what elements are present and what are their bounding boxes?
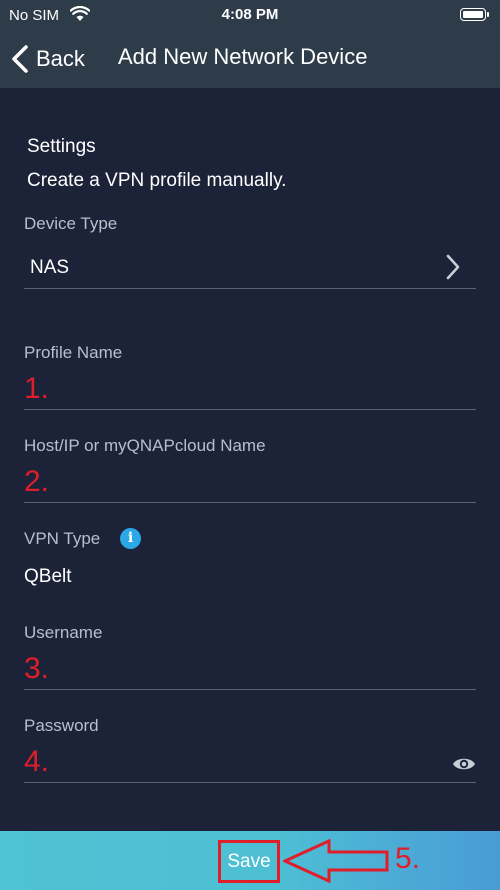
nav-bar: Back Add New Network Device: [0, 30, 500, 88]
status-time: 4:08 PM: [221, 6, 279, 23]
back-label: Back: [36, 46, 85, 71]
host-input[interactable]: [24, 502, 476, 503]
battery-icon: [460, 8, 489, 21]
device-type-divider: [24, 288, 476, 289]
annotation-1: 1.: [24, 372, 50, 405]
save-label: Save: [227, 850, 271, 872]
device-type-label: Device Type: [24, 214, 118, 233]
annotation-arrow: [283, 838, 389, 884]
annotation-2: 2.: [24, 465, 50, 498]
password-input[interactable]: [24, 782, 476, 783]
annotation-5: 5.: [395, 842, 421, 875]
chevron-right-icon[interactable]: [444, 253, 462, 281]
password-label: Password: [24, 716, 99, 735]
status-bar: No SIM 4:08 PM: [0, 0, 500, 30]
device-type-value[interactable]: NAS: [30, 257, 69, 279]
page-title: Add New Network Device: [118, 44, 368, 69]
section-subtitle: Create a VPN profile manually.: [27, 170, 287, 191]
save-button[interactable]: Save: [218, 840, 280, 883]
profile-name-input[interactable]: [24, 409, 476, 410]
vpn-type-value: QBelt: [24, 566, 72, 587]
annotation-4: 4.: [24, 745, 50, 778]
eye-icon[interactable]: [452, 755, 476, 773]
vpn-type-label: VPN Type: [24, 529, 101, 548]
chevron-left-icon: [12, 45, 28, 73]
username-input[interactable]: [24, 689, 476, 690]
host-label: Host/IP or myQNAPcloud Name: [24, 436, 266, 455]
info-icon[interactable]: i: [120, 528, 141, 549]
username-label: Username: [24, 623, 103, 642]
section-title: Settings: [27, 136, 96, 157]
back-button[interactable]: Back: [10, 42, 85, 76]
annotation-3: 3.: [24, 652, 50, 685]
profile-name-label: Profile Name: [24, 343, 123, 362]
